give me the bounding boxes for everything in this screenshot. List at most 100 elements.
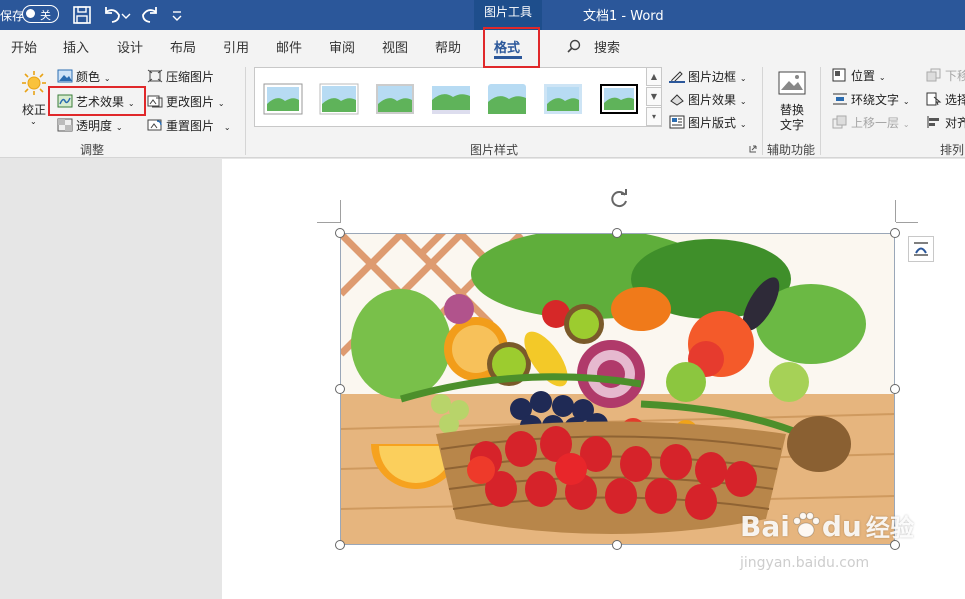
transparency-icon — [57, 118, 73, 132]
tab-design[interactable]: 设计 — [117, 37, 143, 56]
change-picture-icon — [147, 95, 163, 108]
resize-handle-bottom[interactable] — [612, 540, 622, 550]
highlight-format-tab — [483, 27, 540, 68]
accessibility-group-label: 辅助功能 — [767, 143, 816, 157]
bring-forward-button[interactable]: 上移一层 ⌄ — [832, 114, 910, 131]
transparency-button[interactable]: 透明度 ⌄ — [57, 117, 123, 134]
position-icon — [832, 68, 846, 82]
color-icon — [57, 69, 73, 83]
wrap-text-button[interactable]: 环绕文字 ⌄ — [832, 91, 910, 108]
picture-layout-label: 图片版式 — [688, 116, 737, 130]
tab-layout[interactable]: 布局 — [170, 37, 196, 56]
selection-pane-label: 选择 — [945, 93, 965, 107]
picture-effects-button[interactable]: 图片效果 ⌄ — [669, 91, 747, 108]
reset-picture-icon — [147, 119, 162, 131]
color-label: 颜色 — [76, 70, 101, 84]
tab-view[interactable]: 视图 — [382, 37, 408, 56]
picture-style-6[interactable] — [543, 82, 583, 116]
layout-options-button[interactable] — [908, 236, 934, 262]
compress-pictures-button[interactable]: 压缩图片 — [147, 68, 214, 85]
picture-border-icon — [669, 71, 685, 83]
reset-picture-button[interactable]: 重置图片 ⌄ — [147, 117, 231, 134]
tab-home[interactable]: 开始 — [11, 37, 37, 56]
resize-handle-bottom-left[interactable] — [335, 540, 345, 550]
compress-icon — [147, 69, 163, 83]
rotate-handle-icon[interactable] — [607, 187, 631, 211]
vegetables-basket-image — [341, 234, 894, 544]
tab-mailings[interactable]: 邮件 — [276, 37, 302, 56]
dialog-launcher-icon[interactable] — [749, 145, 757, 153]
autosave-toggle[interactable]: 关 — [22, 5, 59, 23]
resize-handle-top-right[interactable] — [890, 228, 900, 238]
redo-icon[interactable] — [138, 3, 162, 27]
position-button[interactable]: 位置 ⌄ — [832, 67, 886, 84]
picture-styles-gallery[interactable] — [254, 67, 662, 127]
picture-layout-icon — [669, 115, 685, 129]
picture-effects-icon — [670, 94, 684, 106]
tab-insert[interactable]: 插入 — [63, 37, 89, 56]
resize-handle-top[interactable] — [612, 228, 622, 238]
document-title: 文档1 - Word — [583, 9, 664, 24]
picture-border-button[interactable]: 图片边框 ⌄ — [669, 68, 747, 85]
picture-style-2[interactable] — [319, 82, 359, 116]
wrap-text-icon — [833, 93, 847, 105]
picture-style-4[interactable] — [431, 82, 471, 116]
picture-style-7[interactable] — [599, 82, 639, 116]
styles-scroll-down[interactable]: ▼ — [646, 87, 662, 106]
tab-review[interactable]: 审阅 — [329, 37, 355, 56]
margin-mark — [896, 222, 918, 223]
change-picture-button[interactable]: 更改图片 ⌄ — [147, 93, 225, 110]
baidu-paw-icon — [792, 512, 820, 538]
layout-options-icon — [914, 242, 928, 256]
separator — [820, 67, 821, 155]
autosave-label: 保存 — [0, 9, 25, 23]
resize-handle-left[interactable] — [335, 384, 345, 394]
selection-pane-button[interactable]: 选择 — [926, 91, 965, 108]
separator — [762, 67, 763, 155]
watermark-cn: 经验 — [865, 514, 914, 542]
picture-effects-label: 图片效果 — [688, 93, 737, 107]
transparency-label: 透明度 — [76, 119, 113, 133]
color-button[interactable]: 颜色 ⌄ — [57, 68, 111, 85]
resize-handle-top-left[interactable] — [335, 228, 345, 238]
tab-references[interactable]: 引用 — [223, 37, 249, 56]
resize-handle-right[interactable] — [890, 384, 900, 394]
toggle-label: 关 — [40, 9, 51, 22]
picture-style-3[interactable] — [375, 82, 415, 116]
customize-qat-icon[interactable] — [168, 3, 186, 27]
selection-pane-icon — [926, 92, 942, 106]
picture-styles-group-label: 图片样式 — [470, 143, 519, 157]
margin-mark — [317, 222, 341, 223]
alt-text-icon — [778, 71, 806, 95]
watermark-brand: Bai — [740, 510, 790, 543]
reset-picture-label: 重置图片 — [166, 119, 215, 133]
styles-scroll-up[interactable]: ▲ — [646, 67, 662, 86]
watermark-brand-2: du — [821, 510, 862, 543]
save-icon[interactable] — [70, 3, 94, 27]
align-button[interactable]: 对齐 — [926, 114, 965, 131]
send-backward-label: 下移 — [945, 69, 965, 83]
title-bar: 保存 关 图片工具 文档1 - Word — [0, 0, 965, 30]
bring-forward-icon — [832, 115, 847, 129]
picture-layout-button[interactable]: 图片版式 ⌄ — [669, 114, 747, 131]
tab-help[interactable]: 帮助 — [435, 37, 461, 56]
search-icon[interactable] — [566, 38, 582, 54]
align-icon — [927, 116, 939, 128]
align-label: 对齐 — [945, 116, 965, 130]
corrections-button[interactable]: 校正 — [22, 101, 46, 118]
picture-style-5[interactable] — [487, 82, 527, 116]
search-label[interactable]: 搜索 — [594, 37, 620, 56]
send-backward-button[interactable]: 下移 — [926, 67, 965, 84]
styles-more[interactable]: ▾ — [646, 107, 662, 126]
inserted-picture[interactable] — [340, 233, 895, 545]
toggle-knob — [26, 9, 35, 18]
baidu-watermark: Bai du 经验 — [740, 508, 914, 543]
margin-mark — [895, 200, 896, 222]
picture-style-1[interactable] — [263, 82, 303, 116]
position-label: 位置 — [851, 69, 876, 83]
alt-text-button-line2[interactable]: 文字 — [780, 116, 804, 133]
corrections-dropdown-icon[interactable]: ⌄ — [30, 117, 37, 126]
picture-tools-context-label: 图片工具 — [474, 0, 542, 30]
undo-dropdown-icon[interactable] — [120, 3, 132, 27]
highlight-artistic-effects — [48, 86, 146, 116]
